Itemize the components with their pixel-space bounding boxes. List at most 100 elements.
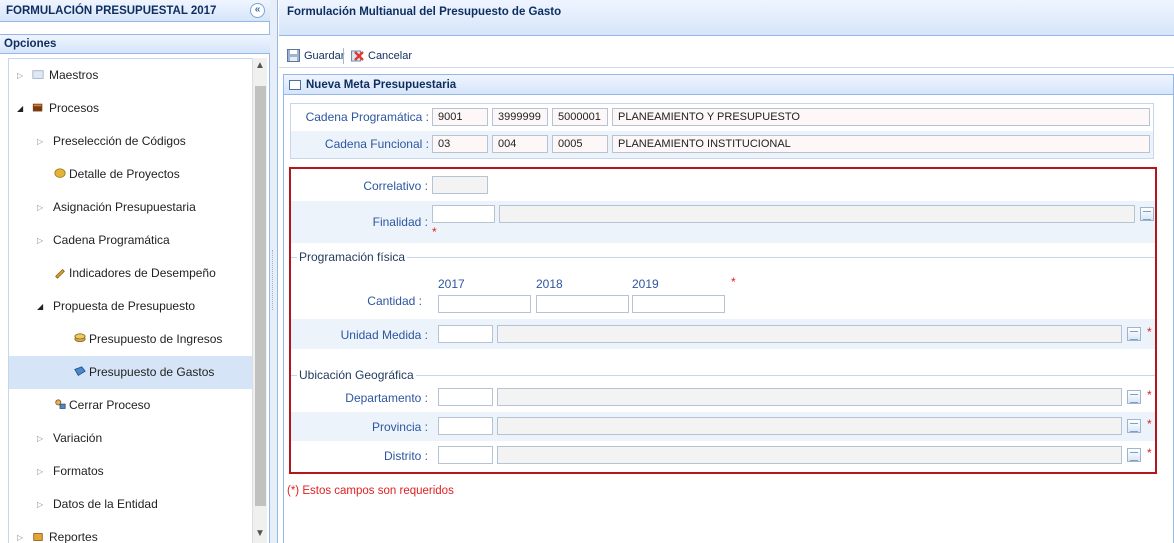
cantidad-label: Cantidad :: [367, 294, 422, 308]
finalidad-label: Finalidad :: [372, 215, 428, 229]
tree-item-datos-de-la-entidad[interactable]: ▷ Datos de la Entidad: [9, 488, 252, 521]
distrito-lookup-icon[interactable]: [1127, 448, 1141, 462]
funcional-code-2: 004: [492, 135, 548, 153]
cadena-section: Cadena Programática : 9001 3999999 50000…: [290, 103, 1154, 159]
collapsed-arrow-icon[interactable]: ▷: [37, 488, 43, 521]
cancel-label: Cancelar: [368, 50, 413, 62]
unidad-medida-code-input[interactable]: [438, 325, 493, 343]
form-panel: Nueva Meta Presupuestaria Cadena Program…: [283, 74, 1174, 543]
departamento-required-mark: *: [1147, 388, 1152, 402]
collapsed-arrow-icon[interactable]: ▷: [17, 59, 23, 92]
cancel-icon: [351, 50, 364, 62]
cantidad-2019-input[interactable]: [632, 295, 725, 313]
tree-scrollbar[interactable]: ▲ ▼: [252, 58, 267, 543]
departamento-lookup-icon[interactable]: [1127, 390, 1141, 404]
provincia-code-input[interactable]: [438, 417, 493, 435]
correlativo-field: [432, 176, 488, 194]
ubicacion-geografica-legend: Ubicación Geográfica: [297, 368, 416, 382]
tree-item-presupuesto-de-gastos[interactable]: Presupuesto de Gastos: [9, 356, 252, 389]
finalidad-description: [499, 205, 1135, 223]
finalidad-code-input[interactable]: [432, 205, 495, 223]
programatica-code-3: 5000001: [552, 108, 608, 126]
finalidad-required-mark: *: [432, 225, 437, 239]
collapsed-arrow-icon[interactable]: ▷: [37, 125, 43, 158]
unidad-medida-description: [497, 325, 1122, 343]
unidad-medida-label: Unidad Medida :: [340, 328, 428, 342]
save-button[interactable]: Guardar: [287, 46, 344, 66]
tree-item-label: Indicadores de Desempeño: [69, 266, 216, 280]
tree-item-propuesta-de-presupuesto[interactable]: ◢ Propuesta de Presupuesto: [9, 290, 252, 323]
tree-item-cadena-programática[interactable]: ▷ Cadena Programática: [9, 224, 252, 257]
pencil-icon: [55, 268, 65, 279]
required-fields-note: (*) Estos campos son requeridos: [287, 485, 454, 497]
app-title-bar: FORMULACIÓN PRESUPUESTAL 2017 «: [0, 0, 270, 22]
scrollbar-thumb[interactable]: [255, 86, 266, 506]
cadena-programatica-label: Cadena Programática :: [305, 110, 429, 124]
unidad-medida-lookup-icon[interactable]: [1127, 327, 1141, 341]
tree-item-label: Formatos: [53, 464, 104, 478]
tree-item-preselección-de-códigos[interactable]: ▷ Preselección de Códigos: [9, 125, 252, 158]
provincia-required-mark: *: [1147, 417, 1152, 431]
programacion-fisica-legend: Programación física: [297, 250, 408, 264]
funcional-description: PLANEAMIENTO INSTITUCIONAL: [612, 135, 1150, 153]
tree-item-formatos[interactable]: ▷ Formatos: [9, 455, 252, 488]
collapsed-arrow-icon[interactable]: ▷: [37, 191, 43, 224]
main-title: Formulación Multianual del Presupuesto d…: [287, 6, 562, 18]
tree-item-indicadores-de-desempeño[interactable]: Indicadores de Desempeño: [9, 257, 252, 290]
left-panel: FORMULACIÓN PRESUPUESTAL 2017 « Opciones…: [0, 0, 270, 543]
collapsed-arrow-icon[interactable]: ▷: [17, 521, 23, 543]
provincia-lookup-icon[interactable]: [1127, 419, 1141, 433]
wallet-icon: [74, 366, 86, 377]
year-2019-label: 2019: [632, 277, 659, 291]
panel-splitter[interactable]: [270, 0, 278, 543]
tree-item-reportes[interactable]: ▷ Reportes: [9, 521, 252, 543]
form-title-bar: Nueva Meta Presupuestaria: [284, 75, 1173, 95]
tree-item-label: Cadena Programática: [53, 233, 170, 247]
tree-item-label: Datos de la Entidad: [53, 497, 158, 511]
unidad-medida-required-mark: *: [1147, 325, 1152, 339]
coin-icon: [54, 168, 66, 178]
collapse-panel-icon[interactable]: «: [250, 3, 265, 18]
cancel-button[interactable]: Cancelar: [351, 46, 421, 66]
tree-item-label: Propuesta de Presupuesto: [53, 299, 196, 313]
cantidad-required-mark: *: [731, 275, 736, 289]
folder-icon: [32, 70, 44, 79]
departamento-label: Departamento :: [345, 391, 428, 405]
expanded-arrow-icon[interactable]: ◢: [37, 290, 43, 323]
tree-item-asignación-presupuestaria[interactable]: ▷ Asignación Presupuestaria: [9, 191, 252, 224]
expanded-arrow-icon[interactable]: ◢: [17, 92, 23, 125]
tree-item-label: Variación: [53, 431, 103, 445]
collapsed-arrow-icon[interactable]: ▷: [37, 455, 43, 488]
tree-item-variación[interactable]: ▷ Variación: [9, 422, 252, 455]
year-2018-label: 2018: [536, 277, 563, 291]
cantidad-2018-input[interactable]: [536, 295, 629, 313]
funcional-code-3: 0005: [552, 135, 608, 153]
cantidad-2017-input[interactable]: [438, 295, 531, 313]
tree-item-procesos[interactable]: ◢ Procesos: [9, 92, 252, 125]
tree-item-label: Detalle de Proyectos: [69, 167, 180, 181]
distrito-code-input[interactable]: [438, 446, 493, 464]
scroll-up-icon[interactable]: ▲: [255, 60, 265, 71]
collapsed-arrow-icon[interactable]: ▷: [37, 422, 43, 455]
save-icon: [287, 49, 300, 62]
correlativo-label: Correlativo :: [363, 179, 428, 193]
highlighted-form-area: Correlativo : Finalidad : * Programación…: [289, 167, 1157, 474]
distrito-label: Distrito :: [383, 449, 428, 463]
tree-item-cerrar-proceso[interactable]: Cerrar Proceso: [9, 389, 252, 422]
tree-item-detalle-de-proyectos[interactable]: Detalle de Proyectos: [9, 158, 252, 191]
scroll-down-icon[interactable]: ▼: [255, 528, 265, 539]
provincia-description: [497, 417, 1122, 435]
tree-item-presupuesto-de-ingresos[interactable]: Presupuesto de Ingresos: [9, 323, 252, 356]
tree-item-maestros[interactable]: ▷ Maestros: [9, 59, 252, 92]
funcional-code-1: 03: [432, 135, 488, 153]
tree-item-label: Presupuesto de Ingresos: [89, 332, 223, 346]
departamento-code-input[interactable]: [438, 388, 493, 406]
toolbar: Guardar Cancelar: [279, 42, 1174, 68]
book-icon: [32, 103, 43, 112]
report-icon: [33, 533, 43, 541]
collapsed-arrow-icon[interactable]: ▷: [37, 224, 43, 257]
finalidad-lookup-icon[interactable]: [1140, 207, 1154, 221]
tree-item-label: Asignación Presupuestaria: [53, 200, 196, 214]
tree-item-label: Presupuesto de Gastos: [89, 365, 215, 379]
programatica-code-2: 3999999: [492, 108, 548, 126]
